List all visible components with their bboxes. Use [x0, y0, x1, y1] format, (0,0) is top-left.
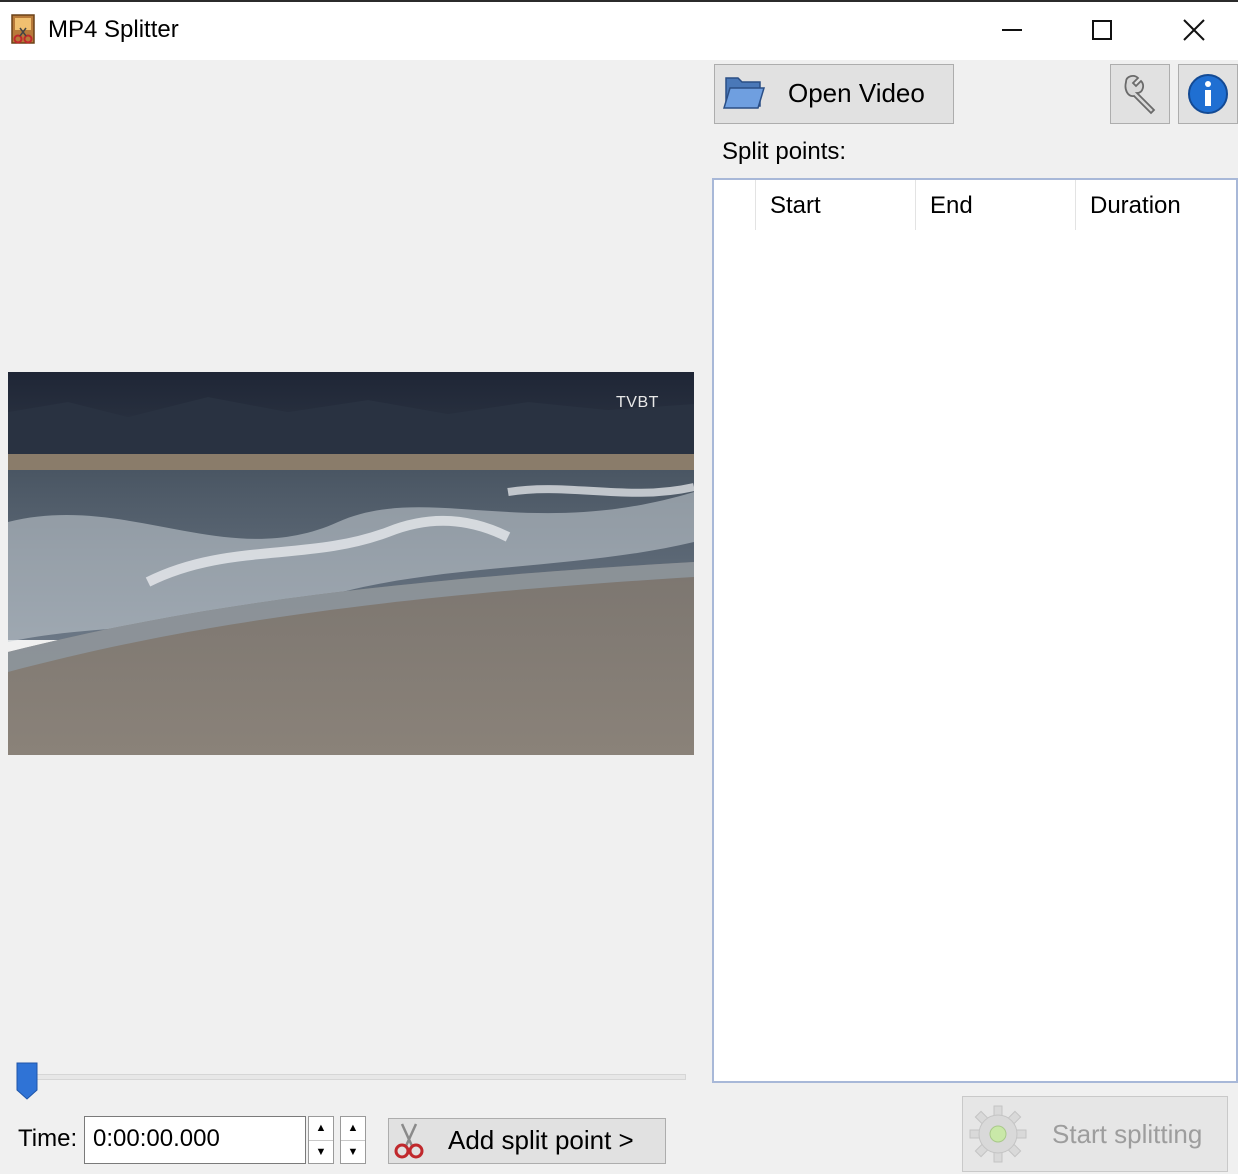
minimize-button[interactable]	[982, 10, 1042, 50]
timeline-slider-thumb[interactable]	[16, 1062, 38, 1100]
spin-up-icon[interactable]: ▲	[309, 1117, 333, 1140]
time-label: Time:	[18, 1125, 78, 1152]
info-icon	[1188, 74, 1228, 114]
maximize-icon	[1092, 20, 1112, 40]
split-points-label: Split points:	[722, 138, 847, 165]
spin-down-icon[interactable]: ▼	[309, 1140, 333, 1164]
column-header-start[interactable]: Start	[756, 180, 916, 230]
settings-button[interactable]	[1110, 64, 1170, 124]
folder-open-icon	[722, 72, 766, 112]
start-splitting-label: Start splitting	[1052, 1119, 1203, 1149]
window-title: MP4 Splitter	[48, 16, 179, 43]
gear-icon	[966, 1102, 1030, 1166]
close-icon	[1183, 19, 1205, 41]
app-icon	[10, 14, 38, 46]
close-button[interactable]	[1164, 10, 1224, 50]
time-input[interactable]: 0:00:00.000	[84, 1116, 306, 1164]
maximize-button[interactable]	[1072, 10, 1132, 50]
column-header-index[interactable]	[714, 180, 756, 230]
split-points-list[interactable]: Start End Duration	[712, 178, 1238, 1083]
wrench-icon	[1124, 75, 1156, 115]
about-button[interactable]	[1178, 64, 1238, 124]
spin-down-icon[interactable]: ▼	[341, 1140, 365, 1164]
spin-up-icon[interactable]: ▲	[341, 1117, 365, 1140]
minimize-icon	[1002, 29, 1022, 31]
timeline-slider[interactable]	[30, 1074, 686, 1080]
column-header-duration[interactable]: Duration	[1076, 180, 1236, 230]
time-fine-spinner[interactable]: ▲ ▼	[340, 1116, 366, 1164]
add-split-point-label: Add split point >	[448, 1125, 634, 1155]
video-watermark: TVBT	[616, 394, 659, 411]
time-spinner[interactable]: ▲ ▼	[308, 1116, 334, 1164]
open-video-label: Open Video	[788, 78, 925, 108]
column-header-end[interactable]: End	[916, 180, 1076, 230]
video-preview	[8, 372, 694, 755]
scissors-icon	[392, 1122, 426, 1160]
title-bar	[0, 0, 1238, 60]
